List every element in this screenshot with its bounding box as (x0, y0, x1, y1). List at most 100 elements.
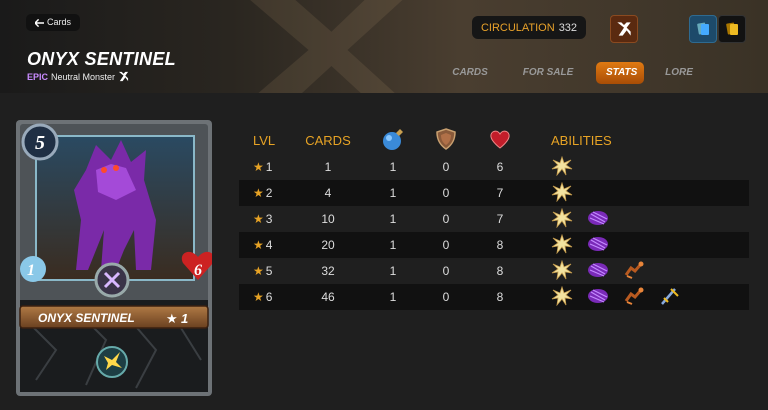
cell-armor: 0 (442, 160, 450, 174)
cell-abilities (527, 259, 749, 283)
cell-cards: 10 (321, 212, 335, 226)
stats-table: LVL CARDS ABILITIES ★ 1 1 1 0 6 ★ 2 4 1 0 7 ★ 3 10 1 0 7 ★… (239, 126, 749, 310)
tab-for-sale[interactable]: FOR SALE (510, 62, 586, 84)
stun-icon (551, 181, 573, 202)
header-armor (419, 127, 473, 153)
cards-icon (697, 22, 709, 35)
ability-shield-icon[interactable] (587, 236, 609, 255)
table-row: ★ 1 1 1 0 6 (239, 154, 749, 180)
ability-reach-icon[interactable] (623, 260, 645, 283)
table-row: ★ 3 10 1 0 7 (239, 206, 749, 232)
cell-mana: 1 (389, 290, 397, 304)
lvl-value: 3 (265, 212, 273, 226)
tab-cards[interactable]: CARDS (440, 62, 500, 84)
ability-stun-icon[interactable] (551, 155, 573, 179)
armor-icon (436, 127, 456, 150)
ability-stun-icon[interactable] (551, 259, 573, 283)
back-button[interactable]: Cards (26, 14, 81, 31)
card-level-star: ★ (166, 311, 178, 326)
cell-lvl: ★ 6 (239, 290, 289, 304)
ability-shield-icon[interactable] (587, 288, 609, 307)
splinterlands-logo-watermark (250, 0, 403, 93)
ability-sword-icon[interactable] (659, 286, 681, 309)
table-body: ★ 1 1 1 0 6 ★ 2 4 1 0 7 ★ 3 10 1 0 7 ★ 4 20 1 0 8 ★ 5 32 1 0 8 ★ 6 46 1 0 8 (239, 154, 749, 310)
card-speed: 1 (27, 262, 35, 279)
neutral-filter-button[interactable] (610, 15, 638, 43)
table-row: ★ 5 32 1 0 8 (239, 258, 749, 284)
reach-icon (624, 287, 644, 305)
card-title: ONYX SENTINEL (27, 49, 176, 69)
lvl-value: 1 (265, 160, 273, 174)
card-health: 6 (194, 262, 202, 279)
gold-cards-button[interactable] (718, 15, 746, 43)
circulation-badge: CIRCULATION 332 (472, 16, 586, 39)
shield-icon (588, 288, 608, 303)
arrow-left-icon (35, 18, 44, 27)
cell-abilities (527, 181, 749, 205)
card-subtitle: EPIC Neutral Monster (27, 71, 129, 82)
ability-shield-icon[interactable] (587, 210, 609, 229)
cell-cards: 4 (324, 186, 332, 200)
cell-mana: 1 (389, 160, 397, 174)
type-label: Neutral Monster (51, 71, 116, 82)
ability-stun-icon[interactable] (551, 181, 573, 205)
cell-health: 7 (496, 212, 504, 226)
table-row: ★ 4 20 1 0 8 (239, 232, 749, 258)
circulation-label: CIRCULATION (480, 21, 555, 34)
cell-abilities (527, 155, 749, 179)
ability-stun-icon[interactable] (551, 207, 573, 231)
neutral-element-icon (118, 71, 129, 82)
cell-cards: 1 (324, 160, 332, 174)
lvl-value: 2 (265, 186, 273, 200)
star-icon: ★ (253, 160, 264, 174)
cell-cards: 46 (321, 290, 335, 304)
cell-lvl: ★ 5 (239, 264, 289, 278)
stun-icon (551, 285, 573, 306)
table-row: ★ 6 46 1 0 8 (239, 284, 749, 310)
cell-mana: 1 (389, 186, 397, 200)
ability-stun-icon[interactable] (551, 285, 573, 309)
cell-cards: 20 (321, 238, 335, 252)
card-image[interactable]: 5 1 6 ONYX SENTINEL ★ 1 (16, 120, 212, 396)
shield-icon (588, 262, 608, 277)
lvl-value: 4 (265, 238, 273, 252)
cell-health: 8 (496, 290, 504, 304)
cell-armor: 0 (442, 290, 450, 304)
ability-stun-icon[interactable] (551, 233, 573, 257)
card-name: ONYX SENTINEL (38, 311, 135, 325)
ability-shield-icon[interactable] (587, 262, 609, 281)
cell-abilities (527, 233, 749, 257)
cell-lvl: ★ 2 (239, 186, 289, 200)
cell-armor: 0 (442, 212, 450, 226)
table-row: ★ 2 4 1 0 7 (239, 180, 749, 206)
header-abilities: ABILITIES (551, 132, 612, 148)
mana-icon (383, 128, 403, 150)
cell-abilities (527, 207, 749, 231)
cell-health: 8 (496, 238, 504, 252)
cell-armor: 0 (442, 264, 450, 278)
header-health (473, 129, 527, 152)
shield-icon (588, 210, 608, 225)
cell-cards: 32 (321, 264, 335, 278)
tab-lore[interactable]: LORE (654, 62, 704, 84)
star-icon: ★ (253, 186, 264, 200)
header-lvl: LVL (253, 132, 276, 148)
cell-mana: 1 (389, 238, 397, 252)
card-mana: 5 (35, 132, 45, 154)
cell-lvl: ★ 1 (239, 160, 289, 174)
ability-reach-icon[interactable] (623, 286, 645, 309)
cell-mana: 1 (389, 264, 397, 278)
blue-cards-button[interactable] (689, 15, 717, 43)
health-icon (490, 130, 510, 149)
tab-stats[interactable]: STATS (596, 62, 644, 84)
star-icon: ★ (253, 264, 264, 278)
tab-bar: CARDS FOR SALE STATS LORE (440, 62, 714, 84)
star-icon: ★ (253, 238, 264, 252)
star-icon: ★ (253, 290, 264, 304)
cell-mana: 1 (389, 212, 397, 226)
lvl-value: 5 (265, 264, 273, 278)
reach-icon (624, 261, 644, 279)
header-cards: CARDS (305, 132, 351, 148)
shield-icon (588, 236, 608, 251)
cell-lvl: ★ 3 (239, 212, 289, 226)
